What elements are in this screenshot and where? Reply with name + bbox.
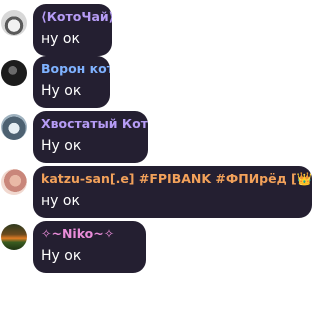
user-avatar[interactable] [1,114,27,140]
message-text: Ну ок [41,83,82,99]
author-name[interactable]: Хвостатый Котя [41,115,148,133]
message-bubble[interactable]: ⟨КотоЧай⟩ ну ок [33,4,112,56]
message-bubble[interactable]: katzu-san[.e] #FPIBANK #ФПИрёд [👑✨❌... н… [33,166,312,218]
author-name[interactable]: ✧~Niko~✧ [41,225,138,243]
message-text: Ну ок [41,138,82,154]
user-avatar[interactable] [1,169,27,195]
author-name[interactable]: katzu-san[.e] #FPIBANK #ФПИрёд [👑✨❌... [41,170,312,188]
user-avatar[interactable] [1,224,27,250]
user-avatar[interactable] [1,10,27,36]
message-bubble[interactable]: Хвостатый Котя Ну ок [33,111,148,163]
message-text: ну ок [41,31,80,47]
author-name[interactable]: Ворон кот [41,60,110,78]
message-text: ну ок [41,193,80,209]
message-text: Ну ок [41,248,82,264]
user-avatar[interactable] [1,60,27,86]
author-name[interactable]: ⟨КотоЧай⟩ [41,8,112,26]
message-bubble[interactable]: Ворон кот Ну ок [33,56,110,108]
message-bubble[interactable]: ✧~Niko~✧ Ну ок [33,221,146,273]
